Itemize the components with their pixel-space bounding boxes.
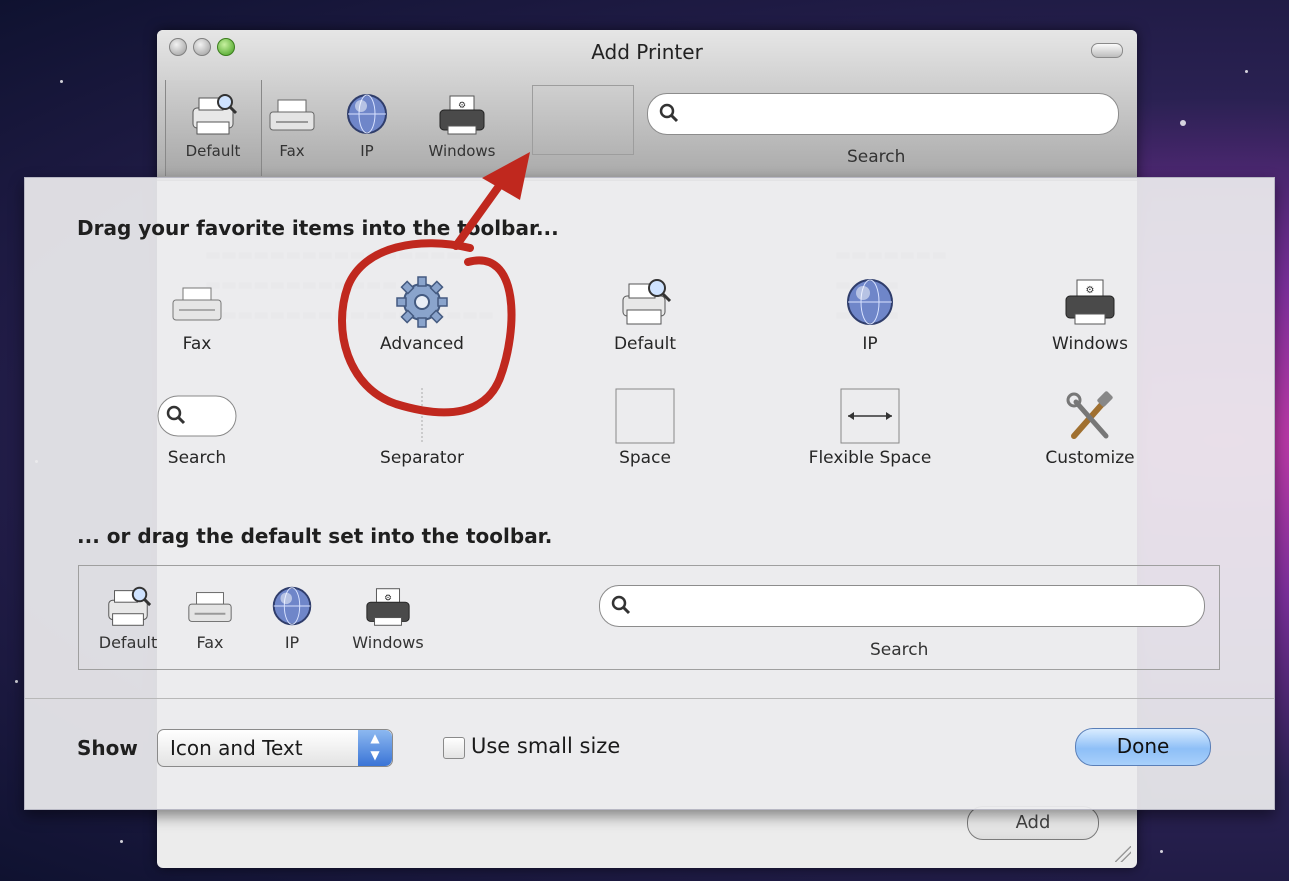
palette-windows[interactable]: ⚙ Windows (1010, 274, 1170, 354)
search-icon (611, 595, 631, 615)
window-title: Add Printer (591, 40, 703, 64)
add-button[interactable]: Add (967, 806, 1099, 840)
palette-separator[interactable]: Separator (342, 388, 502, 468)
globe-icon (847, 279, 893, 325)
palette-customize[interactable]: Customize (1010, 388, 1170, 468)
default-set-ip: IP (264, 584, 320, 652)
fax-icon (269, 99, 315, 131)
palette-flexible-space[interactable]: Flexible Space (790, 388, 950, 468)
svg-text:⚙: ⚙ (1086, 285, 1095, 296)
palette-customize-label: Customize (1045, 448, 1135, 468)
printer-magnify-icon (622, 279, 672, 325)
palette-space[interactable]: Space (565, 388, 725, 468)
default-set-windows-label: Windows (352, 633, 424, 652)
toolbar-windows-label: Windows (428, 142, 496, 160)
sheet-divider (25, 698, 1274, 699)
printer-magnify-icon (108, 586, 152, 626)
star (1180, 120, 1186, 126)
palette-search-label: Search (167, 448, 227, 468)
default-set-heading: ... or drag the default set into the too… (77, 524, 553, 548)
customize-toolbar-sheet: Drag your favorite items into the toolba… (24, 177, 1275, 810)
star (1160, 850, 1163, 853)
default-set-search-field (599, 585, 1205, 627)
default-set-ip-label: IP (284, 633, 300, 652)
space-icon (615, 388, 675, 444)
default-set-fax-label: Fax (196, 633, 224, 652)
palette-advanced-label: Advanced (380, 334, 464, 354)
palette-ip-label: IP (862, 334, 878, 354)
use-small-size-checkbox[interactable] (443, 737, 465, 759)
default-set-windows: ⚙ Windows (341, 584, 435, 652)
globe-icon (272, 586, 312, 626)
default-set-default: Default (91, 584, 165, 652)
palette-default[interactable]: Default (565, 274, 725, 354)
search-icon (659, 103, 679, 123)
default-set-box[interactable]: Default Fax IP ⚙ Windows Search (78, 565, 1220, 670)
star (60, 80, 63, 83)
palette-default-label: Default (613, 334, 677, 354)
windows-printer-icon: ⚙ (439, 95, 485, 135)
windows-printer-icon: ⚙ (366, 588, 410, 626)
palette-flexible-space-label: Flexible Space (808, 448, 932, 468)
toolbar-default-button[interactable]: Default (173, 92, 253, 160)
toolbar-search-label: Search (847, 147, 906, 167)
fax-icon (188, 592, 232, 622)
palette-fax[interactable]: Fax (117, 274, 277, 354)
printer-magnify-icon (192, 94, 238, 135)
default-set-fax: Fax (182, 584, 238, 652)
star (15, 680, 18, 683)
star (1245, 70, 1248, 73)
separator-icon (421, 388, 423, 444)
palette-advanced[interactable]: Advanced (342, 274, 502, 354)
default-set-default-label: Default (98, 633, 158, 652)
toolbar-ip-button[interactable]: IP (337, 92, 397, 160)
palette-space-label: Space (619, 448, 671, 468)
select-arrows-icon: ▲ ▼ (358, 730, 392, 766)
done-button[interactable]: Done (1075, 728, 1211, 766)
windows-printer-icon: ⚙ (1065, 279, 1115, 325)
default-set-search-label: Search (870, 640, 929, 660)
show-mode-value: Icon and Text (170, 736, 303, 760)
star (120, 840, 123, 843)
drag-items-heading: Drag your favorite items into the toolba… (77, 216, 559, 240)
toolbar-default-label: Default (185, 142, 241, 160)
show-mode-select[interactable]: Icon and Text ▲ ▼ (157, 729, 393, 767)
show-label: Show (77, 736, 138, 760)
toolbar-fax-label: Fax (279, 142, 305, 160)
toolbar-ip-label: IP (360, 142, 374, 160)
flexible-space-icon (840, 388, 900, 444)
palette-separator-label: Separator (380, 448, 464, 468)
palette-fax-label: Fax (182, 334, 212, 354)
use-small-size-label[interactable]: Use small size (471, 734, 620, 758)
search-field-icon (157, 395, 237, 437)
palette-windows-label: Windows (1052, 334, 1128, 354)
gear-icon (396, 276, 448, 328)
toolbar-fax-button[interactable]: Fax (262, 92, 322, 160)
toolbar-windows-button[interactable]: ⚙ Windows (417, 92, 507, 160)
toolbar-drop-slot (532, 85, 634, 155)
toolbar-search-input[interactable] (647, 93, 1119, 135)
tools-icon (1066, 391, 1113, 439)
palette-search[interactable]: Search (117, 388, 277, 468)
fax-icon (172, 287, 222, 321)
window-titlebar: Add Printer Default Fax IP ⚙ Windows Sea… (157, 30, 1137, 181)
globe-icon (347, 94, 387, 134)
resize-grip-icon[interactable] (1115, 846, 1131, 862)
toolbar-toggle-button[interactable] (1091, 43, 1123, 58)
palette-ip[interactable]: IP (790, 274, 950, 354)
